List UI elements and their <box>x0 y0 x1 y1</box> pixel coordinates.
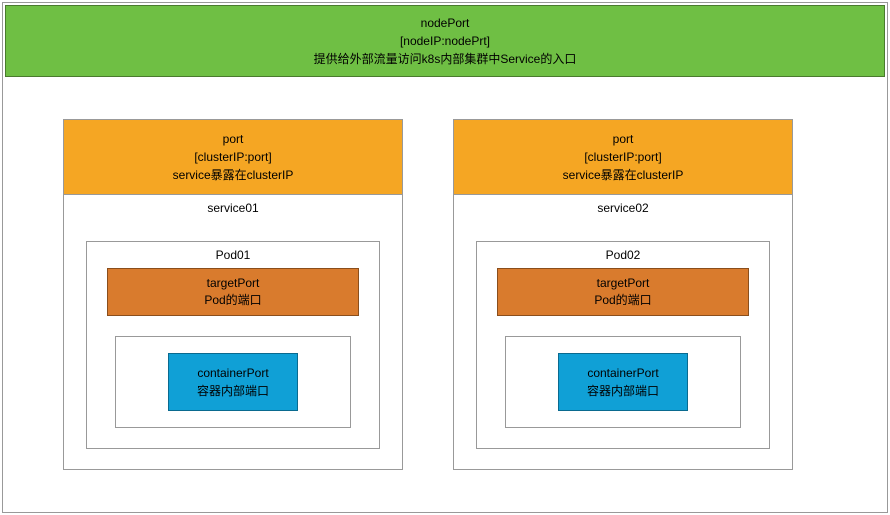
targetport-box-02: targetPort Pod的端口 <box>497 268 749 316</box>
port-title: port <box>454 130 792 148</box>
service-box-02: port [clusterIP:port] service暴露在clusterI… <box>453 119 793 470</box>
nodeport-box: nodePort [nodeIP:nodePrt] 提供给外部流量访问k8s内部… <box>5 5 885 77</box>
port-desc: service暴露在clusterIP <box>454 166 792 184</box>
containerport-box-02: containerPort 容器内部端口 <box>558 353 688 411</box>
container-area-01: containerPort 容器内部端口 <box>115 336 351 428</box>
port-box-02: port [clusterIP:port] service暴露在clusterI… <box>454 120 792 195</box>
nodeport-desc: 提供给外部流量访问k8s内部集群中Service的入口 <box>6 50 884 68</box>
containerport-desc: 容器内部端口 <box>573 382 673 400</box>
port-addr: [clusterIP:port] <box>64 148 402 166</box>
port-desc: service暴露在clusterIP <box>64 166 402 184</box>
containerport-title: containerPort <box>573 364 673 382</box>
containerport-box-01: containerPort 容器内部端口 <box>168 353 298 411</box>
services-row: port [clusterIP:port] service暴露在clusterI… <box>3 79 887 480</box>
pod-box-01: Pod01 targetPort Pod的端口 containerPort 容器… <box>86 241 380 449</box>
service-name-02: service02 <box>454 195 792 221</box>
service-name-01: service01 <box>64 195 402 221</box>
pod-name-02: Pod02 <box>477 242 769 268</box>
port-box-01: port [clusterIP:port] service暴露在clusterI… <box>64 120 402 195</box>
nodeport-addr: [nodeIP:nodePrt] <box>6 32 884 50</box>
pod-name-01: Pod01 <box>87 242 379 268</box>
targetport-title: targetPort <box>498 275 748 292</box>
port-title: port <box>64 130 402 148</box>
service-box-01: port [clusterIP:port] service暴露在clusterI… <box>63 119 403 470</box>
targetport-desc: Pod的端口 <box>108 292 358 309</box>
container-area-02: containerPort 容器内部端口 <box>505 336 741 428</box>
pod-area-02: Pod02 targetPort Pod的端口 containerPort 容器… <box>454 221 792 469</box>
pod-box-02: Pod02 targetPort Pod的端口 containerPort 容器… <box>476 241 770 449</box>
port-addr: [clusterIP:port] <box>454 148 792 166</box>
nodeport-title: nodePort <box>6 14 884 32</box>
diagram-outer: nodePort [nodeIP:nodePrt] 提供给外部流量访问k8s内部… <box>2 2 888 513</box>
targetport-title: targetPort <box>108 275 358 292</box>
containerport-desc: 容器内部端口 <box>183 382 283 400</box>
targetport-box-01: targetPort Pod的端口 <box>107 268 359 316</box>
containerport-title: containerPort <box>183 364 283 382</box>
targetport-desc: Pod的端口 <box>498 292 748 309</box>
pod-area-01: Pod01 targetPort Pod的端口 containerPort 容器… <box>64 221 402 469</box>
